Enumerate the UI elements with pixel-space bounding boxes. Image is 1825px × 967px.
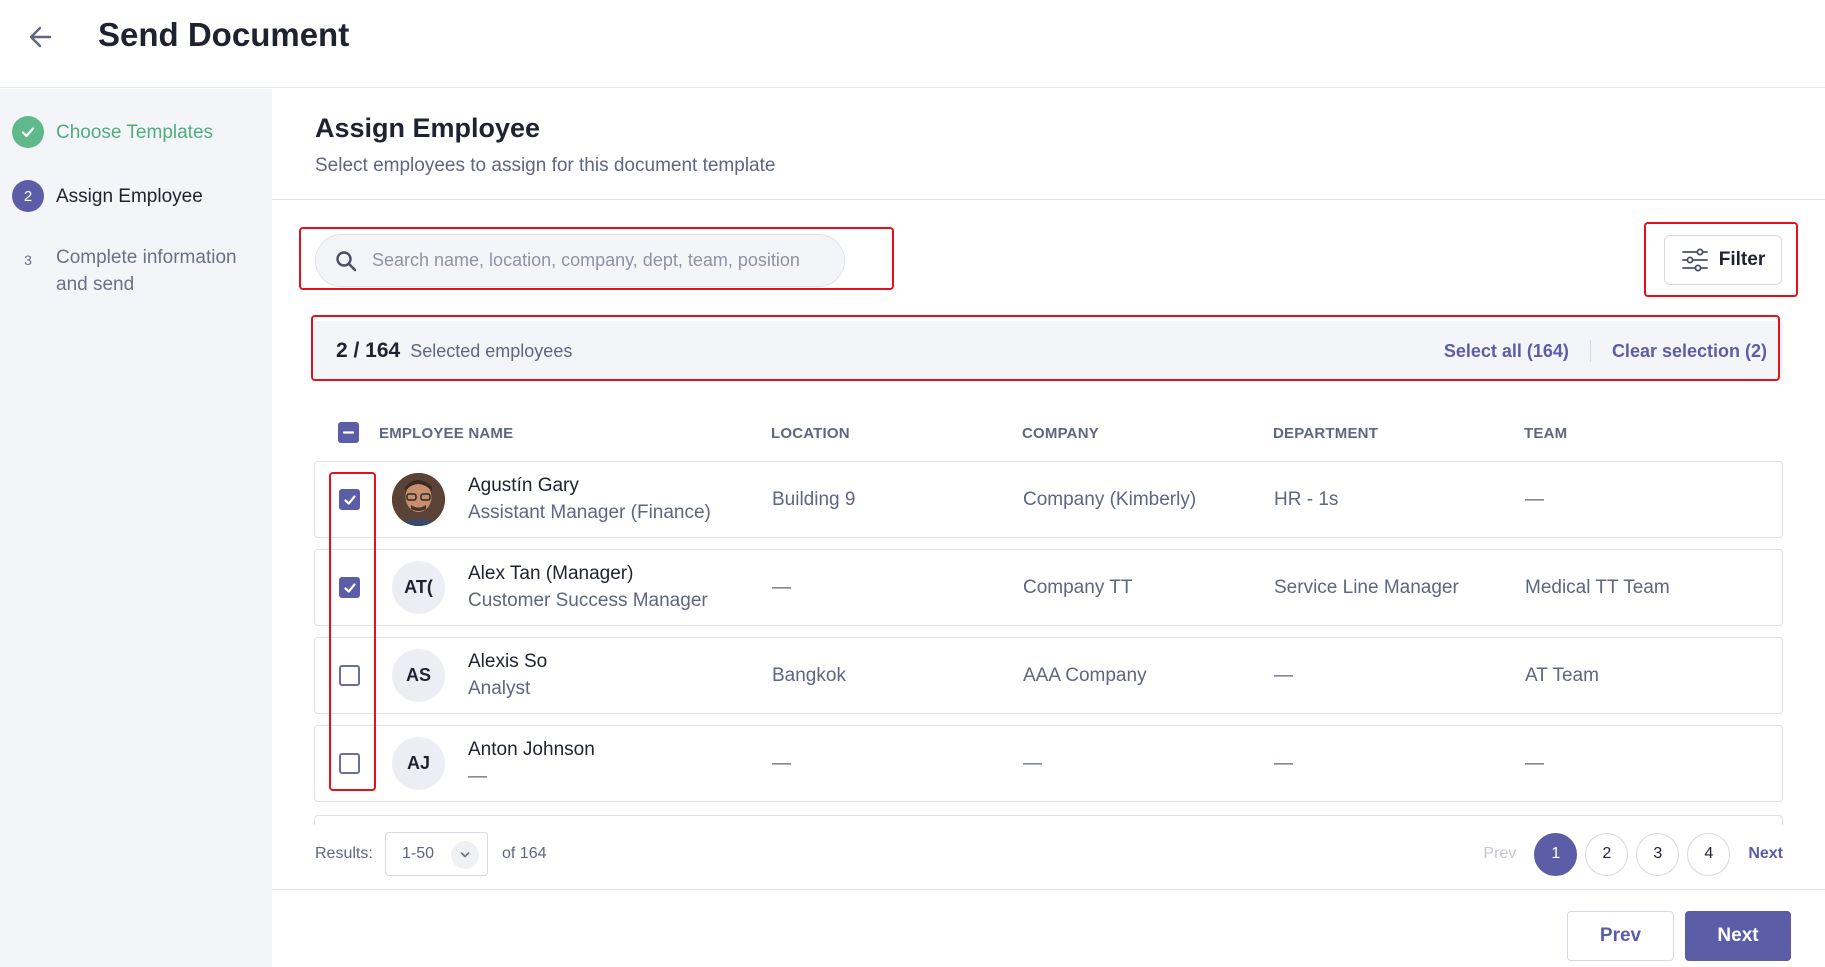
sliders-icon (1681, 248, 1708, 272)
avatar (392, 473, 445, 526)
back-button[interactable] (22, 22, 58, 52)
cell-company: — (1023, 753, 1042, 774)
step-choose-templates[interactable]: Choose Templates (12, 116, 213, 148)
table-row[interactable]: AS Alexis So Analyst Bangkok AAA Company… (314, 637, 1783, 714)
table-row[interactable]: AJ Anton Johnson — — — — — (314, 725, 1783, 802)
cell-location: Building 9 (772, 489, 856, 510)
selection-actions: Select all (164) Clear selection (2) (1444, 321, 1767, 381)
divider (272, 199, 1825, 200)
row-checkbox[interactable] (339, 665, 360, 686)
row-checkbox[interactable] (339, 489, 360, 510)
column-header-team[interactable]: TEAM (1524, 425, 1567, 442)
cell-team: — (1525, 489, 1544, 510)
column-header-employee-name[interactable]: EMPLOYEE NAME (379, 425, 513, 442)
page-size-value: 1-50 (402, 845, 435, 862)
column-header-company[interactable]: COMPANY (1022, 425, 1099, 442)
step-number-badge: 3 (24, 252, 32, 268)
filter-button[interactable]: Filter (1664, 235, 1782, 285)
section-subtitle: Select employees to assign for this docu… (315, 155, 776, 176)
next-button[interactable]: Next (1685, 911, 1791, 961)
filter-label: Filter (1718, 249, 1766, 270)
step-complete-and-send[interactable]: 3 Complete information and send (12, 244, 246, 298)
step-done-badge (12, 116, 44, 148)
avatar: AT( (392, 561, 445, 614)
search-box[interactable] (315, 234, 845, 287)
cell-department: Service Line Manager (1274, 577, 1459, 598)
employee-photo (392, 473, 445, 526)
results-total: of 164 (502, 845, 547, 862)
select-all-link[interactable]: Select all (164) (1444, 341, 1569, 362)
step-label: Choose Templates (56, 122, 214, 143)
cell-department: — (1274, 665, 1293, 686)
page-header: Send Document (0, 0, 1825, 88)
employee-name: Alexis So (468, 651, 548, 672)
column-header-department[interactable]: DEPARTMENT (1273, 425, 1378, 442)
table-row[interactable]: Agustín Gary Assistant Manager (Finance)… (314, 461, 1783, 538)
step-assign-employee[interactable]: 2 Assign Employee (12, 180, 203, 212)
avatar: AS (392, 649, 445, 702)
pagination-prev[interactable]: Prev (1483, 845, 1516, 863)
step-number-badge: 2 (12, 180, 44, 212)
page-size-select[interactable]: 1-50 (385, 832, 488, 876)
cell-company: Company (Kimberly) (1023, 489, 1197, 510)
section-title: Assign Employee (315, 113, 541, 143)
step-label: Assign Employee (56, 186, 203, 207)
selection-summary: 2 / 164 Selected employees Select all (1… (314, 321, 1783, 381)
cell-department: — (1274, 753, 1293, 774)
selected-count: 2 / 164 (336, 339, 401, 362)
cell-location: — (772, 577, 791, 598)
main-content: Assign Employee Select employees to assi… (272, 89, 1825, 967)
employee-name: Alex Tan (Manager) (468, 563, 634, 584)
cell-location: — (772, 753, 791, 774)
column-header-location[interactable]: LOCATION (771, 425, 850, 442)
table-header: EMPLOYEE NAME LOCATION COMPANY DEPARTMEN… (314, 411, 1783, 455)
cell-team: Medical TT Team (1525, 577, 1670, 598)
page-title: Send Document (98, 16, 350, 53)
clear-selection-link[interactable]: Clear selection (2) (1612, 341, 1767, 362)
results-label: Results: (315, 845, 373, 862)
table-row[interactable]: AT( Alex Tan (Manager) Customer Success … (314, 549, 1783, 626)
page-button-2[interactable]: 2 (1585, 832, 1629, 876)
employee-position: Assistant Manager (Finance) (468, 502, 711, 523)
check-icon (343, 494, 356, 505)
cell-department: HR - 1s (1274, 489, 1339, 510)
cell-team: AT Team (1525, 665, 1599, 686)
table-row-partial (314, 815, 1783, 825)
chevron-down-icon (451, 841, 479, 869)
cell-team: — (1525, 753, 1544, 774)
check-icon (343, 582, 356, 593)
cell-location: Bangkok (772, 665, 846, 686)
avatar: AJ (392, 737, 445, 790)
row-checkbox[interactable] (339, 753, 360, 774)
cell-company: Company TT (1023, 577, 1133, 598)
cell-company: AAA Company (1023, 665, 1147, 686)
divider (272, 889, 1825, 890)
step-label: Complete information and send (56, 247, 237, 295)
search-input[interactable] (372, 250, 812, 271)
check-icon (21, 127, 35, 138)
employee-name: Anton Johnson (468, 739, 595, 760)
page-button-3[interactable]: 3 (1636, 832, 1680, 876)
employee-position: — (468, 766, 487, 787)
prev-button[interactable]: Prev (1567, 911, 1674, 961)
search-icon (334, 249, 358, 273)
page-button-1[interactable]: 1 (1534, 832, 1578, 876)
separator (1589, 340, 1591, 362)
arrow-left-icon (29, 26, 52, 48)
employee-position: Customer Success Manager (468, 590, 708, 611)
stepper-sidebar: Choose Templates 2 Assign Employee 3 Com… (0, 89, 272, 967)
row-checkbox[interactable] (339, 577, 360, 598)
select-all-checkbox[interactable] (338, 422, 359, 443)
selected-label: Selected employees (410, 340, 573, 361)
minus-icon (342, 431, 355, 434)
page-button-4[interactable]: 4 (1687, 832, 1731, 876)
employee-position: Analyst (468, 678, 531, 699)
pagination: Prev 1 2 3 4 Next (1483, 832, 1783, 876)
pagination-next[interactable]: Next (1748, 845, 1783, 863)
employee-name: Agustín Gary (468, 475, 579, 496)
